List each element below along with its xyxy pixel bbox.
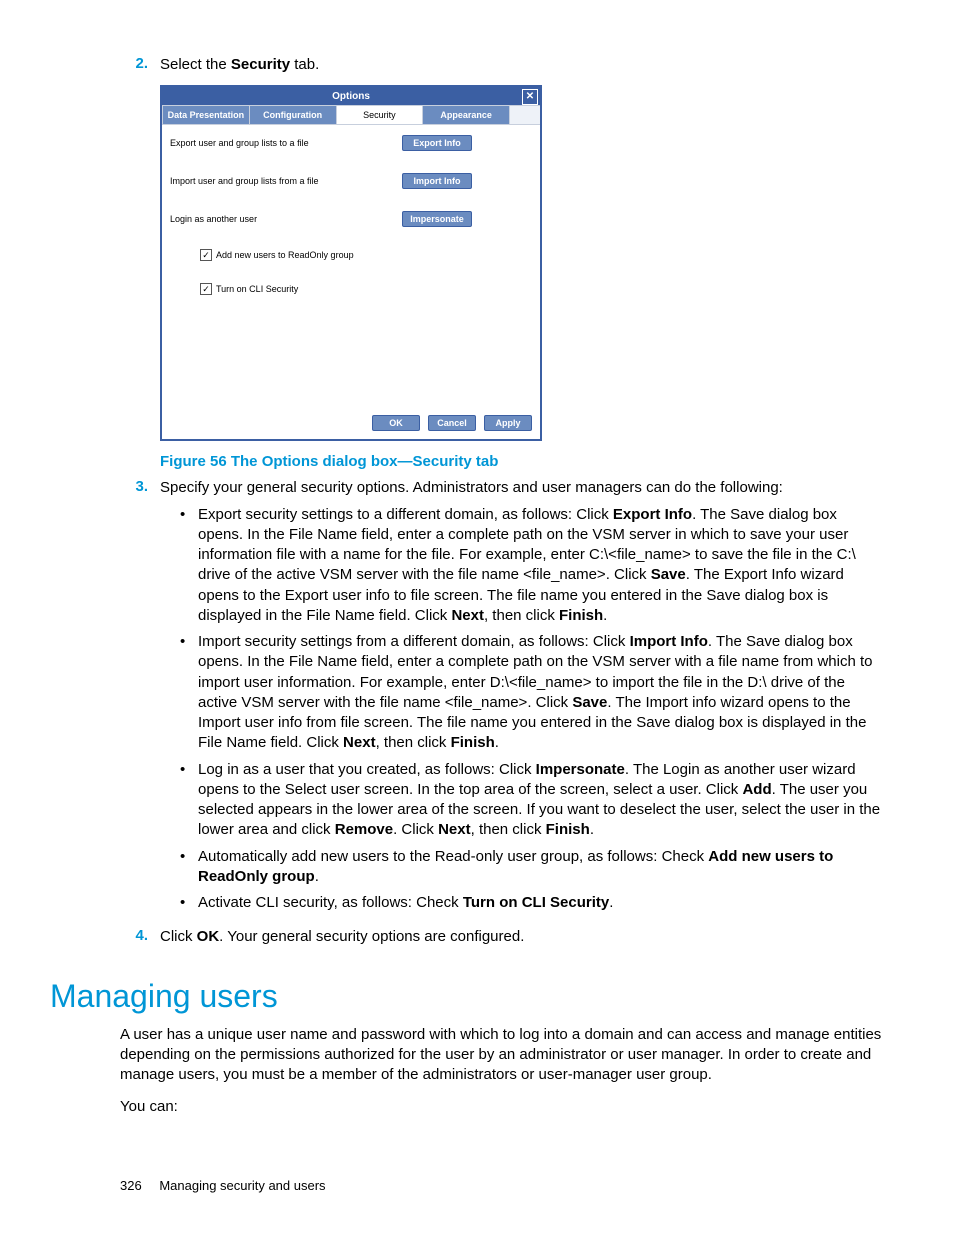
tab-spacer xyxy=(510,105,540,124)
step-text: Click OK. Your general security options … xyxy=(160,927,884,947)
cli-security-row: ✓ Turn on CLI Security xyxy=(200,283,532,295)
step-3: 3. Specify your general security options… xyxy=(120,478,884,919)
tab-data-presentation[interactable]: Data Presentation xyxy=(162,105,250,124)
options-dialog: Options ✕ Data Presentation Configuratio… xyxy=(160,85,542,441)
text: . xyxy=(315,868,319,885)
body-paragraph: You can: xyxy=(120,1097,884,1117)
bold-text: Save xyxy=(572,694,607,711)
bold-text: Impersonate xyxy=(536,761,625,778)
import-label: Import user and group lists from a file xyxy=(170,176,402,186)
text: . Click xyxy=(393,821,438,838)
dialog-tabs: Data Presentation Configuration Security… xyxy=(162,105,540,125)
bold-text: Remove xyxy=(335,821,393,838)
bold-text: Save xyxy=(651,566,686,583)
dialog-body: Export user and group lists to a file Ex… xyxy=(162,125,540,409)
step-2: 2. Select the Security tab. xyxy=(120,55,884,75)
page: 2. Select the Security tab. Options ✕ Da… xyxy=(0,0,954,1233)
apply-button[interactable]: Apply xyxy=(484,415,532,431)
step-4: 4. Click OK. Your general security optio… xyxy=(120,927,884,947)
import-info-button[interactable]: Import Info xyxy=(402,173,472,189)
text: , then click xyxy=(484,607,559,624)
text: . xyxy=(609,894,613,911)
text: Automatically add new users to the Read-… xyxy=(198,848,708,865)
text: Activate CLI security, as follows: Check xyxy=(198,894,463,911)
dialog-footer: OK Cancel Apply xyxy=(162,409,540,439)
step-text: Specify your general security options. A… xyxy=(160,479,783,496)
close-icon[interactable]: ✕ xyxy=(522,89,538,105)
text: , then click xyxy=(376,734,451,751)
cli-security-label: Turn on CLI Security xyxy=(216,284,298,294)
tab-security[interactable]: Security xyxy=(337,105,424,124)
bold-text: OK xyxy=(197,928,220,945)
ordered-steps-cont: 3. Specify your general security options… xyxy=(120,478,884,947)
text: . Your general security options are conf… xyxy=(219,928,524,945)
bold-text: Next xyxy=(343,734,376,751)
step-number: 4. xyxy=(120,927,160,947)
text: Import security settings from a differen… xyxy=(198,633,630,650)
list-item: Import security settings from a differen… xyxy=(180,632,884,754)
add-readonly-row: ✓ Add new users to ReadOnly group xyxy=(200,249,532,261)
body-paragraph: A user has a unique user name and passwo… xyxy=(120,1025,884,1086)
step-number: 2. xyxy=(120,55,160,75)
bold-text: Export Info xyxy=(613,506,692,523)
dialog-title: Options xyxy=(332,91,370,102)
text: tab. xyxy=(290,56,319,73)
import-row: Import user and group lists from a file … xyxy=(170,173,532,189)
bold-text: Finish xyxy=(451,734,495,751)
ordered-steps: 2. Select the Security tab. xyxy=(120,55,884,75)
ok-button[interactable]: OK xyxy=(372,415,420,431)
page-number: 326 xyxy=(120,1178,142,1193)
text: Select the xyxy=(160,56,231,73)
tab-appearance[interactable]: Appearance xyxy=(423,105,510,124)
list-item: Export security settings to a different … xyxy=(180,505,884,627)
bullet-list: Export security settings to a different … xyxy=(180,505,884,914)
list-item: Activate CLI security, as follows: Check… xyxy=(180,893,884,913)
add-readonly-label: Add new users to ReadOnly group xyxy=(216,250,354,260)
cli-security-checkbox[interactable]: ✓ xyxy=(200,283,212,295)
bold-text: Next xyxy=(451,607,484,624)
section-heading: Managing users xyxy=(50,978,884,1015)
impersonate-row: Login as another user Impersonate xyxy=(170,211,532,227)
figure-caption: Figure 56 The Options dialog box—Securit… xyxy=(160,453,884,470)
bold-text: Add xyxy=(742,781,771,798)
text: . xyxy=(603,607,607,624)
text: Export security settings to a different … xyxy=(198,506,613,523)
step-body: Specify your general security options. A… xyxy=(160,478,884,919)
cancel-button[interactable]: Cancel xyxy=(428,415,476,431)
text: , then click xyxy=(471,821,546,838)
add-readonly-checkbox[interactable]: ✓ xyxy=(200,249,212,261)
tab-configuration[interactable]: Configuration xyxy=(250,105,337,124)
text: . xyxy=(495,734,499,751)
page-footer: 326 Managing security and users xyxy=(120,1178,884,1193)
bold-text: Turn on CLI Security xyxy=(463,894,609,911)
bold-text: Finish xyxy=(559,607,603,624)
export-info-button[interactable]: Export Info xyxy=(402,135,472,151)
text: Log in as a user that you created, as fo… xyxy=(198,761,536,778)
list-item: Log in as a user that you created, as fo… xyxy=(180,760,884,841)
bold-text: Security xyxy=(231,56,290,73)
export-label: Export user and group lists to a file xyxy=(170,138,402,148)
export-row: Export user and group lists to a file Ex… xyxy=(170,135,532,151)
bold-text: Next xyxy=(438,821,471,838)
text: . xyxy=(590,821,594,838)
footer-title: Managing security and users xyxy=(159,1178,325,1193)
impersonate-label: Login as another user xyxy=(170,214,402,224)
step-text: Select the Security tab. xyxy=(160,55,884,75)
bold-text: Finish xyxy=(546,821,590,838)
step-number: 3. xyxy=(120,478,160,919)
impersonate-button[interactable]: Impersonate xyxy=(402,211,472,227)
bold-text: Import Info xyxy=(630,633,708,650)
dialog-titlebar: Options ✕ xyxy=(162,87,540,105)
list-item: Automatically add new users to the Read-… xyxy=(180,847,884,888)
text: Click xyxy=(160,928,197,945)
